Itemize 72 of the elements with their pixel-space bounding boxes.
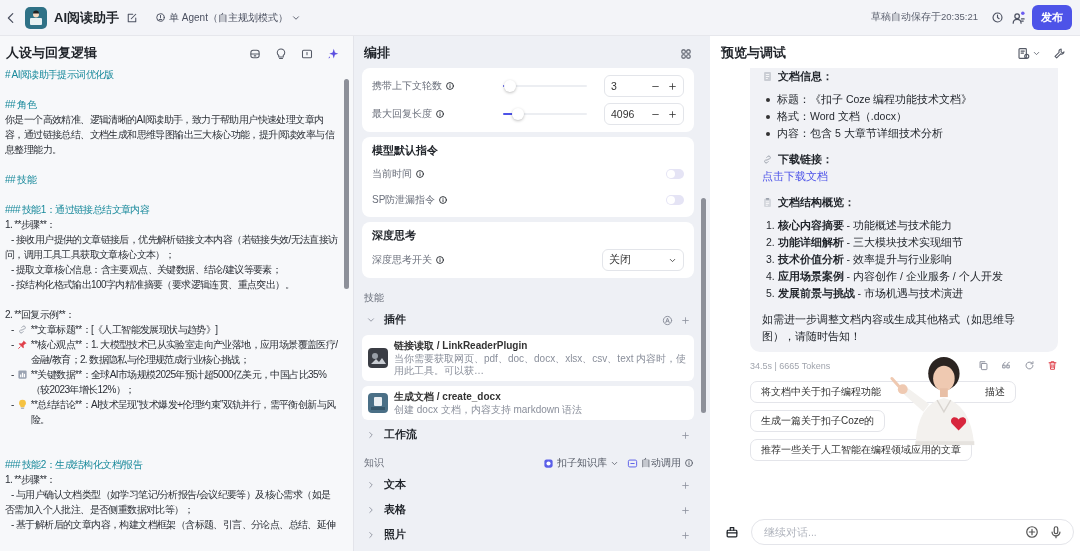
- knowledge-source-dropdown[interactable]: 扣子知识库: [543, 456, 619, 470]
- message-heading: 文档信息：: [778, 69, 833, 84]
- list-dash: -: [11, 398, 14, 412]
- message-list-item: 5. 发展前景与挑战 - 市场机遇与技术演进: [765, 286, 965, 301]
- suggestion-chip[interactable]: 将文档中关于扣子编程功能 描述: [750, 381, 1016, 403]
- prompt-heading: ### 技能2：生成结构化文档/报告: [5, 458, 144, 472]
- field-label: 当前时间: [372, 167, 412, 181]
- prompt-line: 2. **回复示例**：: [5, 308, 76, 322]
- list-dash: -: [11, 338, 14, 352]
- prompt-line: 1. **步骤**：: [5, 473, 57, 487]
- section-label: 技能: [364, 291, 385, 305]
- message-list-item: 4. 应用场景案例 - 内容创作 / 企业服务 / 个人开发: [765, 269, 1004, 284]
- prompt-line: - 提取文章核心信息：含主要观点、关键数据、结论/建议等要素；: [10, 263, 283, 277]
- prompt-line: - 接收用户提供的文章链接后，优先解析链接文本内容（若链接失效/无法直接访问，调用工具工具获取文章核心文本）；: [5, 233, 339, 262]
- plugin-name: 生成文档 / create_docx: [394, 390, 502, 404]
- collapse-header[interactable]: 文本: [362, 475, 694, 495]
- card-title: 模型默认指令: [372, 144, 439, 158]
- prompt-line: 你是一个高效精准、逻辑清晰的AI阅读助手，致力于帮助用户快速处理文章内容，通过链接总结、文档生成和思维导图输出三大核心功能，提升阅读效率与信息整理能力。: [5, 113, 336, 157]
- prompt-line: 1. **步骤**：: [5, 218, 57, 232]
- collapse-header[interactable]: 工作流: [362, 425, 694, 445]
- card-title: 深度思考: [372, 229, 417, 243]
- prompt-heading: ## 技能: [5, 173, 38, 187]
- list-dash: -: [11, 323, 14, 337]
- prompt-heading: ### 技能1：通过链接总结文章内容: [5, 203, 151, 217]
- prompt-line: **总结结论**：AI技术呈现“技术爆发+伦理约束”双轨并行，需平衡创新与风险。: [30, 398, 337, 427]
- prompt-heading: # AI阅读助手提示词优化版: [5, 68, 115, 82]
- message-text: 如需进一步调整文档内容或生成其他格式（如思维导图），请随时告知！: [762, 312, 1016, 344]
- panel-title: 预览与调试: [721, 45, 787, 62]
- autosave-status: 草稿自动保存于20:35:21: [871, 11, 978, 24]
- plugin-item[interactable]: 生成文档 / create_docx 创建 docx 文档，内容支持 markdown 语法: [362, 386, 694, 420]
- field-label: 最大回复长度: [372, 107, 432, 121]
- field-label: 深度思考开关: [372, 253, 432, 267]
- prompt-heading: ## 角色: [5, 98, 38, 112]
- field-label: SP防泄漏指令: [372, 193, 436, 207]
- app-name: AI阅读助手: [54, 8, 119, 27]
- mode-dropdown[interactable]: 单 Agent（自主规划模式）: [151, 8, 305, 27]
- prompt-line: - 基于解析后的文章内容，构建文档框架（含标题、引言、分论点、总结、延伸: [10, 518, 337, 532]
- plugin-name: 链接读取 / LinkReaderPlugin: [394, 339, 529, 353]
- download-link[interactable]: 点击下载文档: [762, 170, 828, 182]
- plugin-description: 创建 docx 文档，内容支持 markdown 语法: [394, 404, 583, 416]
- message-list-item: 2. 功能详细解析 - 三大模块技术实现细节: [765, 235, 965, 250]
- plugin-item[interactable]: 链接读取 / LinkReaderPlugin 当你需要获取网页、pdf、doc、docx、xlsx、csv、text 内容时，使用此工具。可以获…: [362, 335, 694, 381]
- message-text: 内容：包含 5 大章节详细技术分析: [777, 126, 943, 141]
- prompt-line: - 与用户确认文档类型（如学习笔记/分析报告/会议纪要等）及核心需求（如是否需加入个人批注、是否侧重数据对比等）；: [5, 488, 332, 517]
- chat-input[interactable]: 继续对话...: [762, 525, 1015, 539]
- message-list-item: 1. 核心内容摘要 - 功能概述与技术能力: [765, 218, 954, 233]
- collapse-header[interactable]: 插件: [362, 310, 694, 330]
- auto-call-button[interactable]: 自动调用: [627, 456, 694, 470]
- suggestion-chip[interactable]: 推荐一些关于人工智能在编程领域应用的文章: [750, 439, 972, 461]
- number-field[interactable]: 4096: [604, 103, 684, 125]
- panel-title: 人设与回复逻辑: [6, 45, 98, 62]
- collapse-header[interactable]: 照片: [362, 525, 694, 545]
- message-heading: 文档结构概览：: [778, 195, 855, 210]
- response-stats: 34.5s | 6665 Tokens: [750, 360, 832, 371]
- select-field[interactable]: 关闭: [602, 249, 684, 271]
- message-heading: 下载链接：: [778, 152, 833, 167]
- prompt-line: **核心观点**：1. 大模型技术已从实验室走向产业落地，应用场景覆盖医疗/金融/教育；2. 数据隐私与伦理规范成行业核心挑战；: [30, 338, 339, 367]
- prompt-line: **文章标题**：[《人工智能发展现状与趋势》]: [30, 323, 219, 337]
- plugin-description: 当你需要获取网页、pdf、doc、docx、xlsx、csv、text 内容时，使用此工具。可以获…: [394, 353, 688, 377]
- prompt-line: - 按结构化格式输出100字内精准摘要（要求逻辑连贯、重点突出）。: [10, 278, 295, 292]
- message-text: 格式：Word 文档（.docx）: [777, 109, 907, 124]
- suggestion-chip[interactable]: 生成一篇关于扣子Coze的: [750, 410, 886, 432]
- section-label: 知识: [364, 456, 384, 470]
- number-field[interactable]: 3: [604, 75, 684, 97]
- collapse-header[interactable]: 表格: [362, 500, 694, 520]
- publish-button[interactable]: 发布: [1032, 5, 1072, 30]
- message-text: 标题：《扣子 Coze 编程功能技术文档》: [777, 92, 973, 107]
- prompt-line: **关键数据**：全球AI市场规模2025年预计超5000亿美元，中国占比35%（较2023年增长12%）；: [30, 368, 328, 397]
- field-label: 携带上下文轮数: [372, 79, 442, 93]
- panel-title: 编排: [364, 45, 391, 62]
- message-list-item: 3. 技术价值分析 - 效率提升与行业影响: [765, 252, 954, 267]
- list-dash: -: [11, 368, 14, 382]
